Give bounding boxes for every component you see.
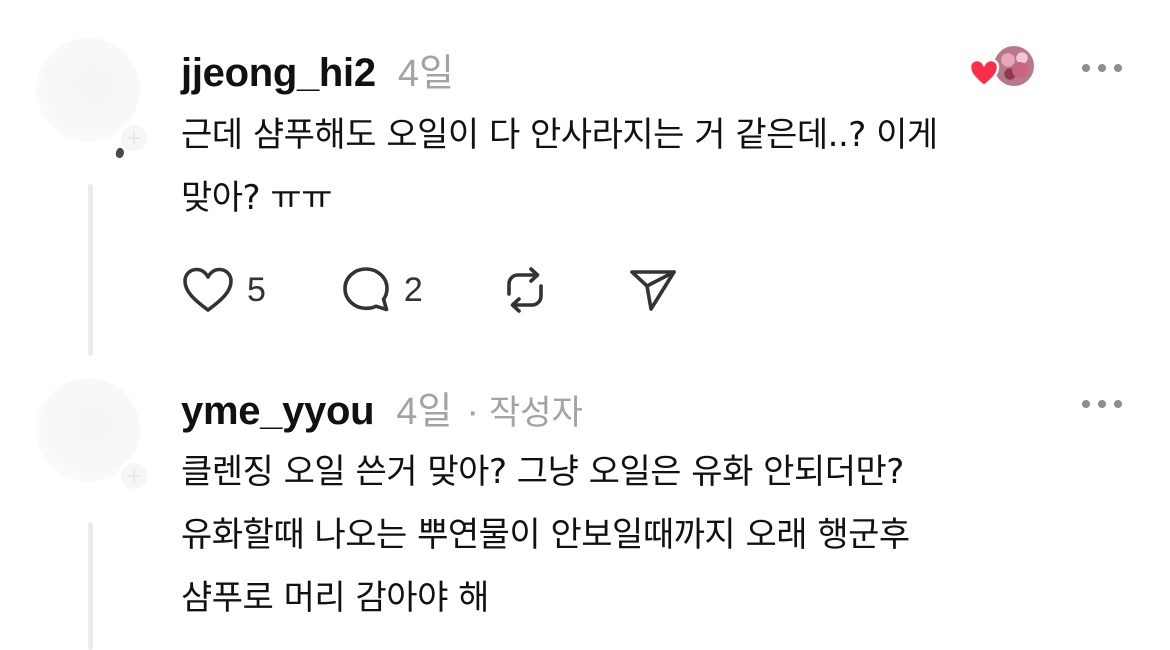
meta-separator: · <box>466 391 480 433</box>
comment-text-line: 클렌징 오일 쓴거 맞아? 그냥 오일은 유화 안되더만? <box>181 452 904 492</box>
heart-filled-icon <box>968 58 1000 88</box>
comment-text-line: 유화할때 나오는 뿌연물이 안보일때까지 오래 행군후 <box>181 515 910 555</box>
like-count: 5 <box>247 270 266 309</box>
speech-bubble-icon <box>343 267 389 312</box>
more-options-button[interactable] <box>1082 61 1122 75</box>
more-dots-icon <box>1082 400 1090 408</box>
reply-count: 2 <box>403 270 423 309</box>
follow-plus-icon[interactable] <box>118 460 150 492</box>
comment-text-line: 샴푸로 머리 감아야 해 <box>181 578 489 618</box>
action-bar: 5 2 <box>181 264 679 316</box>
thread-line <box>88 522 93 650</box>
reply-button[interactable]: 2 <box>340 264 423 316</box>
send-icon <box>630 270 676 311</box>
username[interactable]: yme_yyou <box>181 389 375 434</box>
comment-text: 근데 샴푸해도 오일이 다 안사라지는 거 같은데..? 이게 맞아? ㅠㅠ <box>181 104 938 230</box>
more-dots-icon <box>1082 64 1090 72</box>
comment-text-line: 근데 샴푸해도 오일이 다 안사라지는 거 같은데..? 이게 <box>181 115 938 155</box>
more-options-button[interactable] <box>1082 397 1122 411</box>
heart-outline-icon <box>183 267 233 312</box>
comment-header: jjeong_hi2 4일 <box>181 42 454 97</box>
comment-text: 클렌징 오일 쓴거 맞아? 그냥 오일은 유화 안되더만? 유화할때 나오는 뿌… <box>181 441 910 630</box>
repost-button[interactable] <box>499 264 551 316</box>
timestamp[interactable]: 4일 <box>398 42 454 97</box>
comment-text-line: 맞아? ㅠㅠ <box>181 178 332 218</box>
comment-header: yme_yyou 4일 · 작성자 <box>181 380 583 435</box>
comment-thread: jjeong_hi2 4일 근데 샴푸해도 오일이 다 안사라지는 거 같은데.… <box>0 0 1170 650</box>
liked-by-author-indicator <box>968 44 1036 92</box>
share-button[interactable] <box>627 264 679 316</box>
thread-line <box>88 184 93 356</box>
author-badge: 작성자 <box>489 393 583 433</box>
repost-icon <box>507 267 543 313</box>
timestamp[interactable]: 4일 <box>396 380 452 435</box>
username[interactable]: jjeong_hi2 <box>181 51 376 96</box>
like-button[interactable]: 5 <box>181 265 266 315</box>
